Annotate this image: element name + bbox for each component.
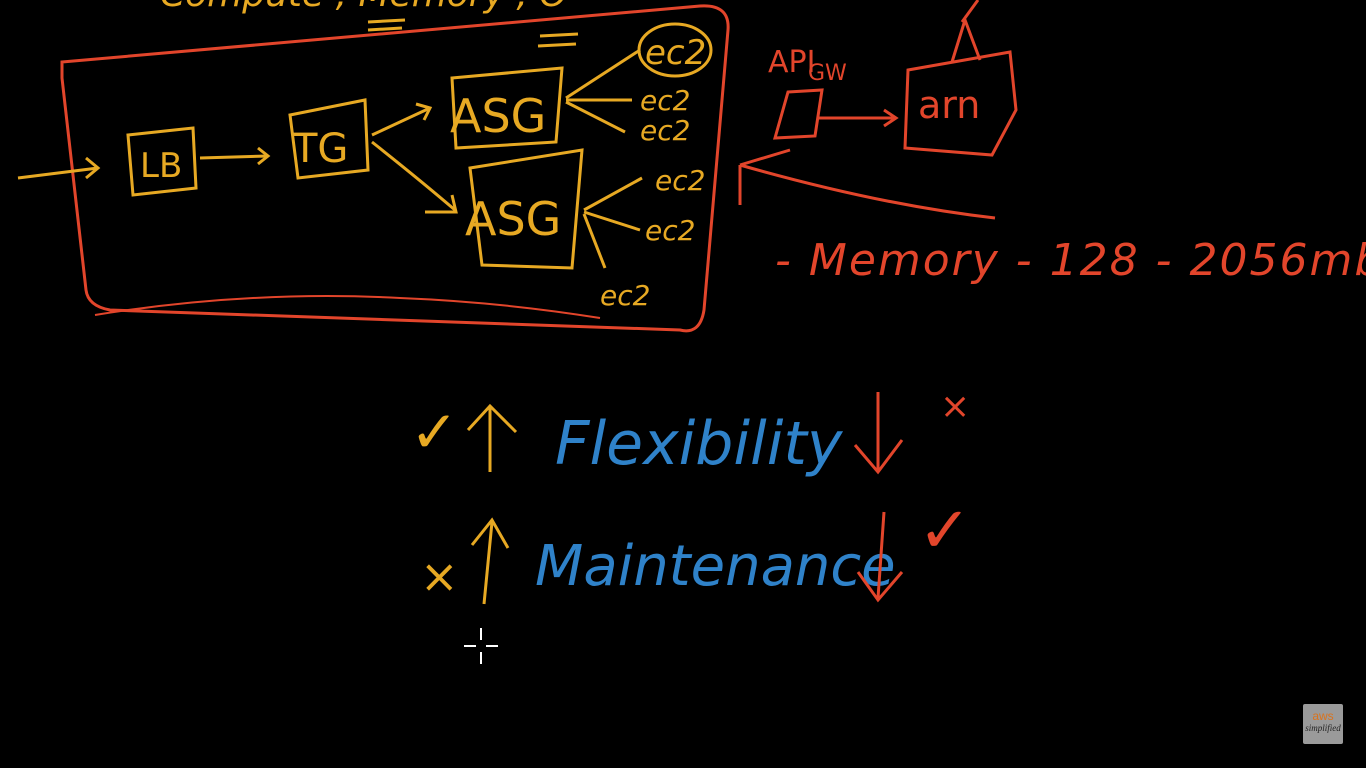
- asg-top-label: ASG: [450, 89, 546, 143]
- logo-line2: simplified: [1305, 723, 1341, 733]
- maintenance-right-mark: ✓: [918, 494, 972, 568]
- flexibility-right-mark: ×: [940, 386, 970, 427]
- ec2-label-6: ec2: [600, 279, 650, 312]
- arn-label: arn: [918, 83, 980, 127]
- maintenance-row: × Maintenance ✓: [420, 494, 972, 605]
- target-group-box: TG: [288, 98, 370, 180]
- ec2-label-3: ec2: [640, 114, 690, 147]
- tg-to-asg-arrows: [371, 102, 458, 214]
- ec2-label-4: ec2: [655, 164, 705, 197]
- asg-bottom-label: ASG: [465, 192, 561, 246]
- up-arrow-icon: [466, 403, 518, 472]
- ec2-label-2: ec2: [640, 84, 690, 117]
- apigw-to-arn-arrow: [818, 108, 899, 128]
- logo-line1: aws: [1312, 709, 1334, 723]
- maintenance-label: Maintenance: [535, 534, 896, 599]
- api-gateway: API GW: [768, 45, 847, 140]
- asg-top-box: ASG: [450, 66, 564, 150]
- api-gateway-label-line2: GW: [808, 61, 847, 86]
- asg-bottom-box: ASG: [465, 148, 584, 270]
- asg-bottom-fan-lines: [582, 176, 643, 269]
- top-heading-partial: Compute , Memory , O: [160, 0, 568, 15]
- flexibility-row: ✓ Flexibility ×: [410, 386, 970, 479]
- ec2-label-1: ec2: [645, 33, 706, 73]
- memory-note: - Memory - 128 - 2056mb: [775, 235, 1366, 286]
- aws-simplified-logo: aws simplified: [1303, 704, 1343, 744]
- load-balancer-label: LB: [140, 146, 182, 186]
- load-balancer-box: LB: [126, 126, 198, 197]
- whiteboard-canvas: Compute , Memory , O LB TG ASG ASG: [17, 0, 1366, 664]
- arn-box: arn: [903, 0, 1018, 157]
- incoming-arrow: [17, 156, 101, 180]
- lb-to-tg-arrow: [199, 146, 271, 166]
- maintenance-left-mark: ×: [420, 549, 459, 603]
- crosshair-cursor-icon: [464, 628, 498, 664]
- flexibility-left-mark: ✓: [410, 398, 459, 466]
- down-arrow-icon: [853, 392, 904, 475]
- target-group-label: TG: [292, 126, 348, 172]
- up-arrow-icon: [470, 517, 510, 605]
- asg-top-fan-lines: [565, 48, 641, 134]
- flexibility-label: Flexibility: [555, 409, 844, 479]
- ec2-label-5: ec2: [645, 214, 695, 247]
- return-arrow: [738, 148, 996, 220]
